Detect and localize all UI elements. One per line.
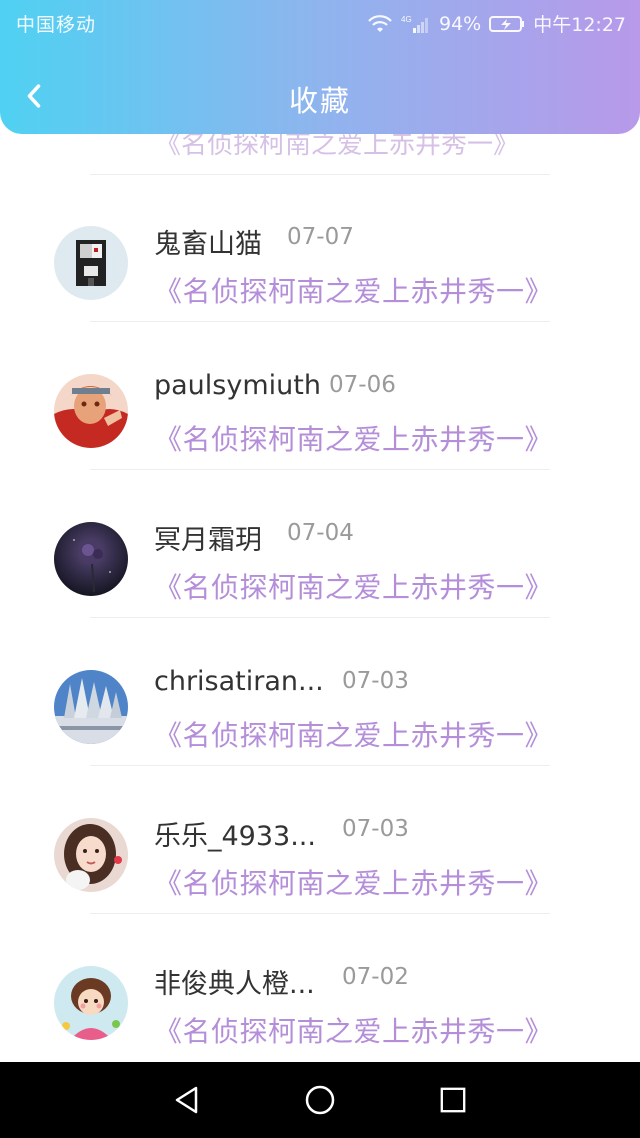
work-title[interactable]: 《名侦探柯南之爱上赤井秀一》: [154, 1010, 553, 1050]
status-bar: 中国移动 4G 94% 中午12:27: [0, 0, 640, 44]
square-recent-icon: [440, 1087, 466, 1113]
screen: 中国移动 4G 94% 中午12:27 收藏 《名侦探柯南之爱上赤井秀一》 鬼畜…: [0, 0, 640, 1138]
app-bar: 收藏: [0, 60, 640, 132]
username[interactable]: 非俊典人橙...: [154, 962, 315, 1001]
signal-icon: 4G: [401, 14, 431, 34]
date: 07-07: [287, 224, 354, 250]
avatar[interactable]: [54, 226, 128, 300]
username[interactable]: 鬼畜山猫: [154, 222, 262, 261]
date: 07-02: [342, 964, 409, 990]
favorites-list[interactable]: 《名侦探柯南之爱上赤井秀一》 鬼畜山猫 07-07 《名侦探柯南之爱上赤井秀一》: [0, 134, 640, 1062]
date: 07-06: [329, 372, 396, 398]
network-type-label: 4G: [401, 15, 412, 24]
username[interactable]: chrisatiran...: [154, 666, 324, 697]
header: 中国移动 4G 94% 中午12:27 收藏: [0, 0, 640, 134]
work-title[interactable]: 《名侦探柯南之爱上赤井秀一》: [154, 270, 553, 310]
status-indicators: 4G 94% 中午12:27: [367, 10, 626, 37]
work-title[interactable]: 《名侦探柯南之爱上赤井秀一》: [154, 566, 553, 606]
avatar[interactable]: [54, 374, 128, 448]
avatar[interactable]: [54, 670, 128, 744]
list-item[interactable]: paulsymiuth 07-06 《名侦探柯南之爱上赤井秀一》: [0, 322, 640, 470]
username[interactable]: 冥月霜玥: [154, 518, 262, 557]
circle-home-icon: [305, 1085, 335, 1115]
nav-recent-button[interactable]: [423, 1070, 483, 1130]
triangle-back-icon: [175, 1086, 197, 1114]
work-title[interactable]: 《名侦探柯南之爱上赤井秀一》: [154, 714, 553, 754]
nav-back-button[interactable]: [157, 1070, 217, 1130]
nav-home-button[interactable]: [290, 1070, 350, 1130]
username[interactable]: 乐乐_4933...: [154, 814, 316, 853]
page-title: 收藏: [288, 84, 351, 118]
battery-percent: 94%: [439, 12, 482, 35]
wifi-icon: [367, 14, 393, 34]
work-title[interactable]: 《名侦探柯南之爱上赤井秀一》: [154, 862, 553, 902]
date: 07-03: [342, 668, 409, 694]
work-title[interactable]: 《名侦探柯南之爱上赤井秀一》: [154, 418, 553, 458]
list-item-partial[interactable]: 《名侦探柯南之爱上赤井秀一》: [0, 134, 640, 175]
avatar[interactable]: [54, 818, 128, 892]
list-item[interactable]: chrisatiran... 07-03 《名侦探柯南之爱上赤井秀一》: [0, 618, 640, 766]
list-item[interactable]: 冥月霜玥 07-04 《名侦探柯南之爱上赤井秀一》: [0, 470, 640, 618]
list-item[interactable]: 乐乐_4933... 07-03 《名侦探柯南之爱上赤井秀一》: [0, 766, 640, 914]
navigation-bar: [0, 1062, 640, 1138]
work-title[interactable]: 《名侦探柯南之爱上赤井秀一》: [155, 134, 519, 161]
date: 07-04: [287, 520, 354, 546]
date: 07-03: [342, 816, 409, 842]
clock: 中午12:27: [533, 14, 626, 36]
avatar[interactable]: [54, 966, 128, 1040]
carrier-label: 中国移动: [16, 14, 97, 36]
avatar[interactable]: [54, 522, 128, 596]
battery-icon: [489, 14, 525, 34]
username[interactable]: paulsymiuth: [154, 370, 321, 401]
list-item[interactable]: 非俊典人橙... 07-02 《名侦探柯南之爱上赤井秀一》: [0, 914, 640, 1062]
list-item[interactable]: 鬼畜山猫 07-07 《名侦探柯南之爱上赤井秀一》: [0, 174, 640, 322]
